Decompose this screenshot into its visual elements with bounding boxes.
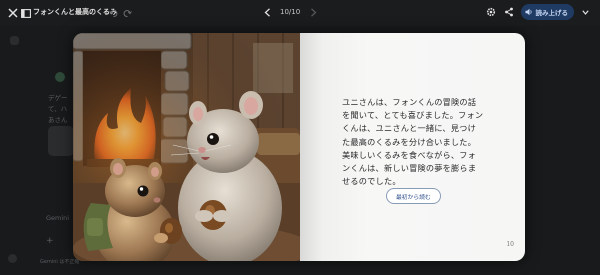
share-button[interactable]	[503, 6, 515, 18]
read-aloud-label: 読み上げる	[535, 9, 569, 17]
restart-from-beginning-button[interactable]: 最初から読む	[386, 188, 441, 204]
bg-text-2: て、ハ	[48, 105, 68, 113]
undo-button[interactable]	[108, 8, 118, 18]
page-indicator: 10/10	[280, 8, 301, 16]
chevron-right-icon	[310, 7, 317, 17]
sidebar-panel-icon	[21, 8, 31, 18]
read-aloud-options-button[interactable]	[580, 6, 590, 18]
close-icon	[8, 8, 18, 18]
book-title: フォンくんと最高のくるみ	[33, 8, 117, 16]
page-number: 10	[506, 241, 514, 248]
sidebar-toggle-button[interactable]	[20, 7, 32, 19]
close-button[interactable]	[7, 7, 19, 19]
bg-text-3: あさん	[48, 116, 68, 124]
bg-text-1: デゲー	[48, 94, 68, 102]
top-bar: フォンくんと最高のくるみ 10/10 読み上げる	[0, 0, 600, 26]
share-icon	[504, 7, 513, 17]
gear-icon	[486, 7, 495, 17]
redo-icon	[123, 9, 132, 17]
bg-card	[48, 126, 74, 156]
bg-text-4: Gemini	[46, 214, 70, 222]
settings-button[interactable]	[485, 6, 497, 18]
page-navigation: 10/10	[262, 5, 318, 19]
bg-settings-icon	[8, 254, 17, 263]
storybook-spread: ユニさんは、フォンくんの冒険の話を聞いて、とても喜びました。フォンくんは、ユニさ…	[73, 33, 525, 261]
story-illustration	[73, 33, 300, 261]
read-aloud-button[interactable]: 読み上げる	[520, 4, 574, 20]
speaker-icon	[525, 8, 532, 16]
story-text-page: ユニさんは、フォンくんの冒険の話を聞いて、とても喜びました。フォンくんは、ユニさ…	[300, 33, 525, 261]
chevron-left-icon	[264, 7, 270, 17]
bg-sidebar-icon	[10, 36, 19, 45]
bg-avatar	[55, 72, 65, 82]
story-text: ユニさんは、フォンくんの冒険の話を聞いて、とても喜びました。フォンくんは、ユニさ…	[342, 97, 484, 187]
toolbar-actions: 読み上げる	[485, 4, 591, 20]
bg-plus: +	[46, 236, 54, 246]
chevron-down-icon	[581, 9, 589, 15]
previous-page-button[interactable]	[262, 5, 272, 19]
illustration-art	[73, 33, 300, 261]
undo-icon	[108, 9, 117, 17]
next-page-button[interactable]	[308, 5, 318, 19]
redo-button[interactable]	[122, 8, 132, 18]
